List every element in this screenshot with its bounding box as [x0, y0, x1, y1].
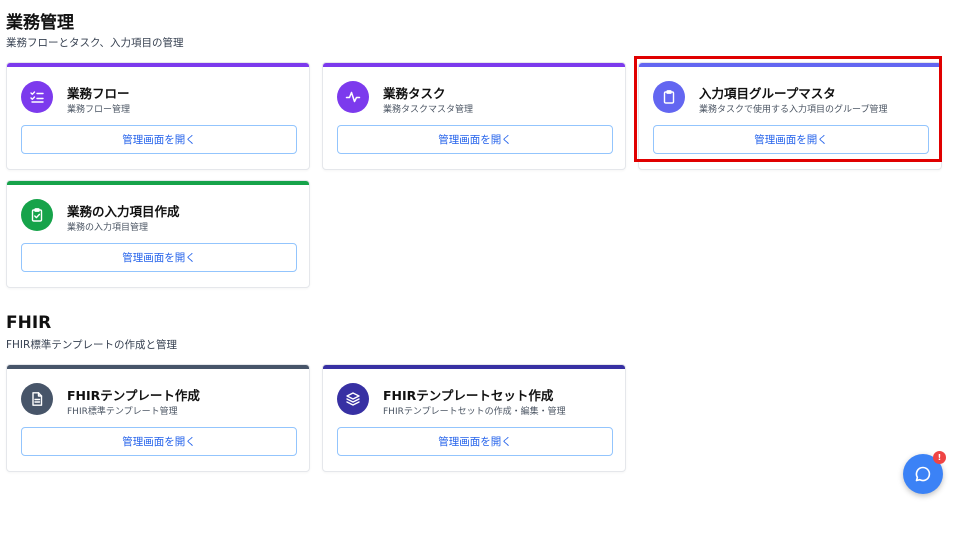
card-business-flow: 業務フロー 業務フロー管理 管理画面を開く: [6, 62, 310, 170]
clipboard-icon: [653, 81, 685, 113]
card-description: 業務の入力項目管理: [67, 223, 149, 233]
card-description: 業務タスクマスタ管理: [383, 105, 474, 115]
section-subtitle-fhir: FHIR標準テンプレートの作成と管理: [6, 339, 178, 351]
activity-icon: [337, 81, 369, 113]
card-title: 入力項目グループマスタ: [699, 86, 836, 101]
card-business-input-items: 業務の入力項目作成 業務の入力項目管理 管理画面を開く: [6, 180, 310, 288]
notification-badge: !: [933, 451, 946, 464]
card-title: 業務の入力項目作成: [67, 204, 180, 219]
card-title: 業務フロー: [67, 86, 130, 101]
layers-icon: [337, 383, 369, 415]
open-admin-button-business-task[interactable]: 管理画面を開く: [337, 125, 613, 154]
card-description: FHIRテンプレートセットの作成・編集・管理: [383, 407, 566, 417]
open-admin-button-fhir-template[interactable]: 管理画面を開く: [21, 427, 297, 456]
chat-icon: [915, 466, 931, 482]
card-description: 業務フロー管理: [67, 105, 131, 115]
card-fhir-template: FHIRテンプレート作成 FHIR標準テンプレート管理 管理画面を開く: [6, 364, 310, 472]
card-input-group-master: 入力項目グループマスタ 業務タスクで使用する入力項目のグループ管理 管理画面を開…: [638, 62, 942, 170]
card-title: FHIRテンプレート作成: [67, 388, 200, 403]
open-admin-button-input-group-master[interactable]: 管理画面を開く: [653, 125, 929, 154]
clipboard-check-icon: [21, 199, 53, 231]
card-description: 業務タスクで使用する入力項目のグループ管理: [699, 105, 888, 115]
checklist-icon: [21, 81, 53, 113]
open-admin-button-business-flow[interactable]: 管理画面を開く: [21, 125, 297, 154]
card-title: FHIRテンプレートセット作成: [383, 388, 554, 403]
card-accent-bar: [639, 63, 941, 67]
card-accent-bar: [7, 365, 309, 369]
card-accent-bar: [323, 365, 625, 369]
card-fhir-template-set: FHIRテンプレートセット作成 FHIRテンプレートセットの作成・編集・管理 管…: [322, 364, 626, 472]
section-subtitle-business: 業務フローとタスク、入力項目の管理: [6, 37, 184, 49]
card-description: FHIR標準テンプレート管理: [67, 407, 178, 417]
card-accent-bar: [7, 63, 309, 67]
card-accent-bar: [323, 63, 625, 67]
document-icon: [21, 383, 53, 415]
card-title: 業務タスク: [383, 86, 446, 101]
card-business-task: 業務タスク 業務タスクマスタ管理 管理画面を開く: [322, 62, 626, 170]
section-title-fhir: FHIR: [6, 313, 52, 333]
open-admin-button-fhir-template-set[interactable]: 管理画面を開く: [337, 427, 613, 456]
open-admin-button-business-input-items[interactable]: 管理画面を開く: [21, 243, 297, 272]
card-accent-bar: [7, 181, 309, 185]
section-title-business: 業務管理: [6, 13, 74, 33]
